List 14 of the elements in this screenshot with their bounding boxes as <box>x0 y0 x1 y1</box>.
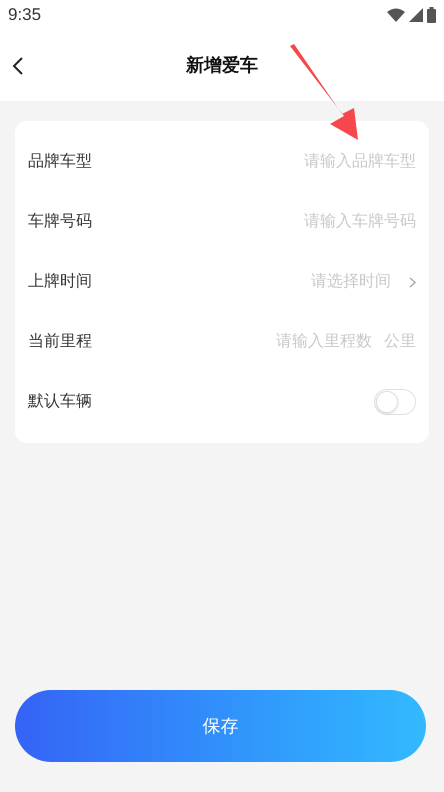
field-label: 车牌号码 <box>28 212 92 232</box>
back-icon[interactable] <box>12 56 24 76</box>
page-title: 新增爱车 <box>186 54 258 77</box>
field-label: 品牌车型 <box>28 152 92 172</box>
toggle-switch[interactable] <box>374 389 416 415</box>
status-time: 9:35 <box>8 4 42 26</box>
chevron-right-icon <box>409 276 416 288</box>
save-button[interactable]: 保存 <box>15 690 426 762</box>
wifi-icon <box>387 8 405 22</box>
signal-icon <box>409 8 423 22</box>
field-label: 上牌时间 <box>28 272 92 292</box>
field-label: 默认车辆 <box>28 392 92 412</box>
battery-icon <box>427 7 436 23</box>
field-label: 当前里程 <box>28 332 92 352</box>
